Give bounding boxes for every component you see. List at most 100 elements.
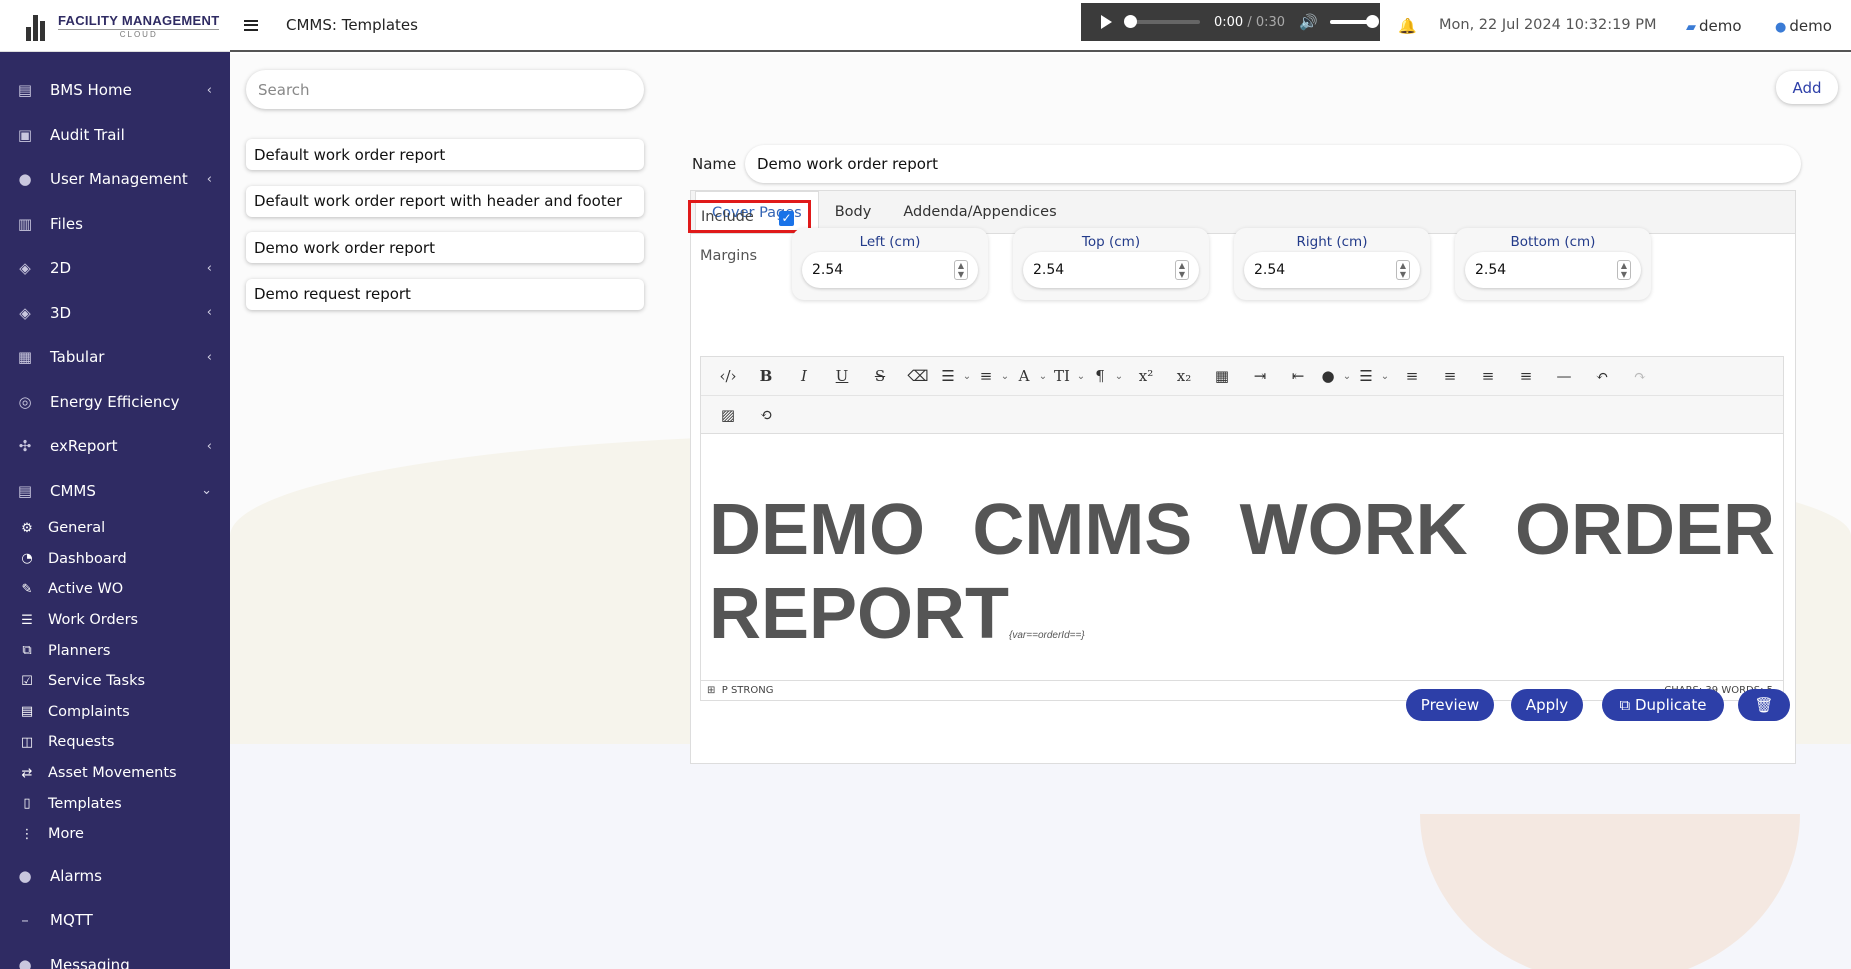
template-item[interactable]: Demo work order report [246,232,644,263]
seek-slider[interactable] [1124,15,1200,28]
horizontal-rule-icon[interactable]: — [1545,367,1583,385]
strikethrough-icon[interactable]: S [861,367,899,385]
play-icon[interactable] [1101,15,1112,29]
hamburger-menu-icon[interactable] [244,17,258,33]
caret-icon[interactable]: ⌄ [997,371,1013,382]
undo-icon[interactable]: ↶ [1583,367,1621,385]
caret-icon[interactable]: ⌄ [1377,371,1393,382]
sidebar-item-3d[interactable]: ◈ 3D ‹ [0,291,230,336]
sidebar-sub-service-tasks[interactable]: ☑ Service Tasks [0,666,230,697]
font-size-icon[interactable]: TI [1051,367,1073,385]
eraser-icon[interactable]: ⌫ [899,367,937,385]
subscript-icon[interactable]: x₂ [1165,367,1203,385]
align-center-icon[interactable]: ≡ [1431,367,1469,385]
redo-icon[interactable]: ↷ [1621,367,1659,385]
variable-icon[interactable]: ⟲ [747,406,785,424]
tab-addenda[interactable]: Addenda/Appendices [887,191,1072,233]
sidebar-item-exreport[interactable]: ✣ exReport ‹ [0,424,230,469]
include-checkbox[interactable]: ✓ [779,211,794,226]
caret-icon[interactable]: ⌄ [959,371,975,382]
order-id-variable: {var==orderId==} [1009,630,1085,641]
sidebar-sub-more[interactable]: ⋮ More [0,819,230,850]
caret-icon[interactable]: ⌄ [1073,371,1089,382]
sidebar-sub-planners[interactable]: ⧉ Planners [0,635,230,666]
preview-button[interactable]: Preview [1406,689,1494,721]
caret-icon[interactable]: ⌄ [1339,371,1355,382]
sidebar-item-mqtt[interactable]: – MQTT [0,898,230,943]
name-label: Name [692,155,737,173]
sidebar-sub-general[interactable]: ⚙ General [0,513,230,544]
paragraph-icon[interactable]: ¶ [1089,367,1111,385]
add-button[interactable]: Add [1776,71,1838,104]
files-icon: ▥ [17,214,33,233]
align-left-icon[interactable]: ≡ [1393,367,1431,385]
font-icon[interactable]: A [1013,367,1035,385]
bell-icon[interactable]: 🔔 [1398,17,1417,35]
line-height-icon[interactable]: ☰ [1355,367,1377,385]
brand-sub: CLOUD [58,28,220,39]
sidebar-item-2d[interactable]: ◈ 2D ‹ [0,246,230,291]
sidebar-item-audit-trail[interactable]: ▣ Audit Trail [0,113,230,158]
margin-top-input[interactable]: 2.54 ▲ ▼ [1023,252,1199,288]
sidebar-sub-complaints[interactable]: ▤ Complaints [0,697,230,728]
spinner-icon[interactable]: ▲ ▼ [1396,260,1410,280]
code-view-icon[interactable]: ‹/› [709,367,747,385]
sidebar-item-bms-home[interactable]: ▤ BMS Home ‹ [0,68,230,113]
template-item[interactable]: Default work order report [246,139,644,170]
user-menu-b[interactable]: ● demo [1775,17,1832,35]
margin-bottom-input[interactable]: 2.54 ▲ ▼ [1465,252,1641,288]
underline-icon[interactable]: U [823,367,861,385]
spinner-icon[interactable]: ▲ ▼ [1617,260,1631,280]
volume-icon[interactable]: 🔊 [1299,13,1318,31]
duplicate-button[interactable]: ⧉ Duplicate [1602,689,1724,721]
numbered-list-icon[interactable]: ≡ [975,367,997,385]
sidebar-sub-dashboard[interactable]: ◔ Dashboard [0,544,230,575]
sidebar-sub-asset-movements[interactable]: ⇄ Asset Movements [0,758,230,789]
audio-time: 0:00 / 0:30 [1214,14,1286,30]
delete-button[interactable]: 🗑 [1738,689,1790,721]
requests-icon: ◫ [20,734,34,750]
template-item[interactable]: Default work order report with header an… [246,185,644,217]
audio-player: 0:00 / 0:30 🔊 [1081,3,1380,41]
template-item[interactable]: Demo request report [246,278,644,310]
align-right-icon[interactable]: ≡ [1469,367,1507,385]
apply-button[interactable]: Apply [1511,689,1583,721]
name-input[interactable] [745,145,1801,183]
color-icon[interactable]: ● [1317,367,1339,385]
margin-left-input[interactable]: 2.54 ▲ ▼ [802,252,978,288]
superscript-icon[interactable]: x² [1127,367,1165,385]
align-justify-icon[interactable]: ≡ [1507,367,1545,385]
italic-icon[interactable]: I [785,367,823,385]
tab-body[interactable]: Body [819,191,888,233]
sidebar-sub-work-orders[interactable]: ☰ Work Orders [0,605,230,636]
spinner-icon[interactable]: ▲ ▼ [954,260,968,280]
table-icon: ▦ [17,348,33,367]
caret-icon[interactable]: ⌄ [1035,371,1051,382]
sidebar-item-cmms[interactable]: ▤ CMMS ⌄ [0,469,230,514]
sidebar-item-user-management[interactable]: ● User Management ‹ [0,157,230,202]
margin-right-input[interactable]: 2.54 ▲ ▼ [1244,252,1420,288]
sidebar-item-alarms[interactable]: ● Alarms [0,854,230,899]
volume-slider[interactable] [1329,15,1379,28]
caret-icon[interactable]: ⌄ [1111,371,1127,382]
editor-content[interactable]: DEMO CMMS WORK ORDER REPORT{var==orderId… [701,434,1783,679]
outdent-icon[interactable]: ⇤ [1279,367,1317,385]
bullet-list-icon[interactable]: ☰ [937,367,959,385]
user-menu-a[interactable]: ▰ demo [1686,17,1742,35]
sidebar-item-messaging[interactable]: ● Messaging [0,943,230,969]
sidebar-sub-templates[interactable]: ▯ Templates [0,788,230,819]
cmms-icon: ▤ [17,481,33,500]
sidebar-sub-requests[interactable]: ◫ Requests [0,727,230,758]
spinner-icon[interactable]: ▲ ▼ [1175,260,1189,280]
sidebar-item-tabular[interactable]: ▦ Tabular ‹ [0,335,230,380]
bold-icon[interactable]: B [747,367,785,385]
sidebar-item-energy-efficiency[interactable]: ◎ Energy Efficiency [0,380,230,425]
exchange-icon: ⇄ [21,765,33,781]
search-input[interactable] [246,70,644,109]
image-icon[interactable]: ▨ [709,406,747,424]
table-icon[interactable]: ▦ [1203,367,1241,385]
sidebar-item-files[interactable]: ▥ Files [0,202,230,247]
logo[interactable]: FACILITY MANAGEMENT CLOUD [0,0,230,52]
sidebar-sub-active-wo[interactable]: ✎ Active WO [0,574,230,605]
indent-icon[interactable]: ⇥ [1241,367,1279,385]
